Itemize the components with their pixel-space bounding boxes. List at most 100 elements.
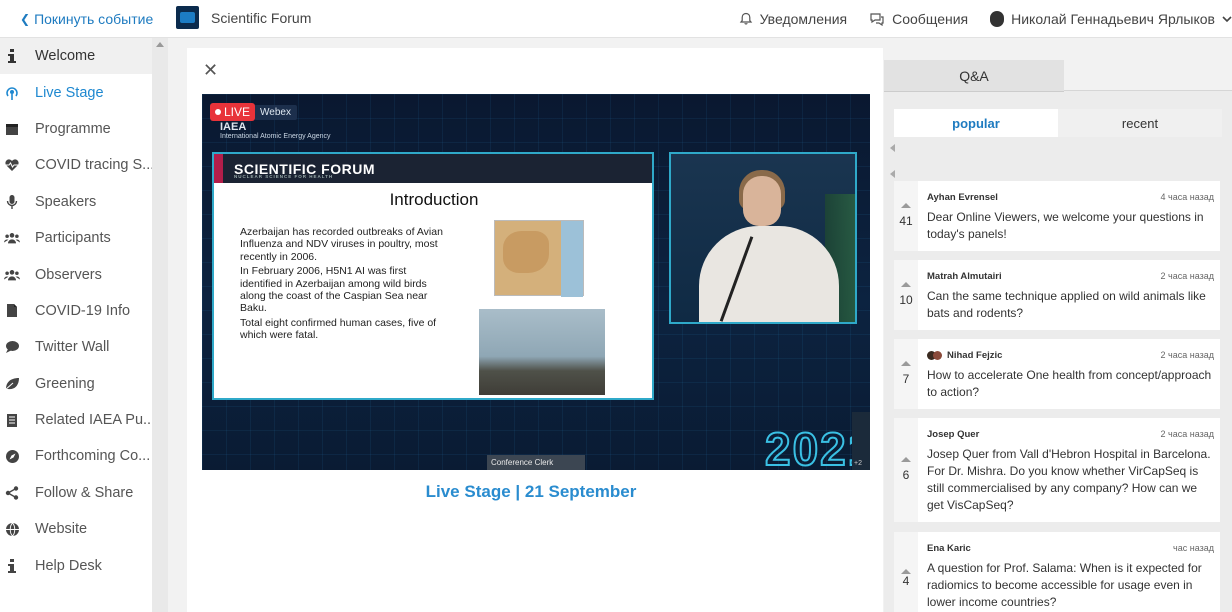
azerbaijan-map-image: [494, 220, 584, 297]
sidebar-item-twitter-wall[interactable]: Twitter Wall: [0, 329, 152, 365]
sidebar-scrollbar[interactable]: [152, 38, 168, 612]
sidebar-item-label: Speakers: [35, 193, 97, 210]
heartbeat-icon: [4, 157, 20, 173]
sidebar-item-observers[interactable]: Observers: [0, 256, 152, 292]
chevron-down-icon: [1222, 16, 1232, 23]
sidebar-item-website[interactable]: Website: [0, 511, 152, 547]
upvote-arrow-icon[interactable]: [901, 361, 911, 366]
sidebar-item-related-iaea-publications[interactable]: Related IAEA Pu...: [0, 402, 152, 438]
sidebar-item-label: Twitter Wall: [35, 339, 110, 356]
sidebar-item-follow-share[interactable]: Follow & Share: [0, 475, 152, 511]
speech-bubble-icon: [4, 339, 20, 355]
compass-icon: [4, 448, 20, 464]
bell-icon: [739, 12, 752, 25]
tab-qa[interactable]: Q&A: [884, 60, 1064, 92]
sidebar-item-live-stage[interactable]: Live Stage: [0, 74, 152, 110]
user-menu[interactable]: Николай Геннадьевич Ярлыков: [990, 11, 1232, 27]
leaf-icon: [4, 376, 20, 392]
upvote-arrow-icon[interactable]: [901, 203, 911, 208]
question-text: Can the same technique applied on wild a…: [927, 289, 1206, 320]
users-icon: [4, 267, 20, 283]
iaea-logo: IAEA International Atomic Energy Agency: [220, 121, 331, 140]
qa-sort-toggle: popular recent: [894, 109, 1222, 137]
avatar: [933, 350, 942, 360]
sidebar-item-help-desk[interactable]: Help Desk: [0, 547, 152, 583]
sidebar-item-label: Participants: [35, 230, 111, 247]
video-player[interactable]: Webex LIVE IAEA International Atomic Ene…: [202, 94, 870, 470]
question-time: 2 часа назад: [1160, 429, 1214, 439]
question-author: Ayhan Evrensel: [927, 192, 998, 203]
map-region-shape: [503, 231, 549, 273]
notifications-label: Уведомления: [759, 11, 848, 27]
question-author: Ena Karic: [927, 543, 971, 554]
question-card: 7 Nihad Fejzic 2 часа назад How to accel…: [894, 339, 1220, 409]
sidebar-item-covid-tracing[interactable]: COVID tracing S...: [0, 147, 152, 183]
globe-icon: [4, 521, 20, 537]
info-icon: [4, 558, 20, 574]
question-card: 4 Ena Karic час назад A question for Pro…: [894, 532, 1220, 612]
sidebar-item-welcome[interactable]: Welcome: [0, 38, 152, 75]
presentation-slide: SCIENTIFIC FORUM NUCLEAR SCIENCE FOR HEA…: [212, 152, 654, 400]
leave-event-link[interactable]: ❮ Покинуть событие: [20, 11, 153, 27]
sidebar-item-participants[interactable]: Participants: [0, 220, 152, 256]
sort-recent-button[interactable]: recent: [1058, 109, 1222, 137]
slide-paragraph: Total eight confirmed human cases, five …: [240, 316, 437, 342]
event-logo[interactable]: [176, 6, 199, 29]
qa-panel: Q&A popular recent 41 Ayhan Evrensel 4 ч…: [884, 60, 1232, 612]
question-card: 10 Matrah Almutairi 2 часа назад Can the…: [894, 260, 1220, 330]
sidebar-item-label: Live Stage: [35, 84, 104, 101]
sidebar-item-greening[interactable]: Greening: [0, 366, 152, 402]
webex-tag: Webex: [254, 105, 297, 120]
arrow-left-icon[interactable]: [890, 170, 895, 178]
leave-event-label: Покинуть событие: [34, 11, 154, 27]
stage-caption: Live Stage | 21 September: [425, 482, 637, 501]
slide-body: Azerbaijan has recorded outbreaks of Avi…: [240, 226, 450, 344]
question-author: Josep Quer: [927, 429, 980, 440]
slide-paragraph: In February 2006, H5N1 AI was first iden…: [240, 265, 428, 315]
top-bar-actions: Уведомления Сообщения Николай Геннадьеви…: [739, 0, 1232, 38]
question-text: How to accelerate One health from concep…: [927, 368, 1212, 399]
top-bar: ❮ Покинуть событие Scientific Forum Увед…: [0, 0, 1232, 38]
chat-icon: [870, 13, 884, 26]
sidebar-item-speakers[interactable]: Speakers: [0, 184, 152, 220]
live-badge: LIVE: [210, 103, 256, 121]
speaker-body-shape: [699, 226, 839, 322]
coast-photo-image: [479, 309, 605, 395]
avatar: [990, 11, 1005, 27]
question-text: Josep Quer from Vall d'Hebron Hospital i…: [927, 447, 1211, 512]
sort-popular-button[interactable]: popular: [894, 109, 1058, 137]
close-icon[interactable]: ✕: [203, 60, 218, 81]
info-icon: [4, 48, 20, 64]
arrow-left-icon[interactable]: [890, 144, 895, 152]
live-label: LIVE: [224, 105, 251, 119]
speaker-head-shape: [743, 176, 781, 226]
sidebar-item-label: Help Desk: [35, 557, 102, 574]
live-dot-icon: [215, 109, 221, 115]
user-name: Николай Геннадьевич Ярлыков: [1011, 11, 1215, 27]
sidebar-item-label: Related IAEA Pu...: [35, 412, 152, 429]
sidebar-item-label: Follow & Share: [35, 484, 134, 501]
iaea-label: IAEA: [220, 121, 247, 133]
tab-bar-spacer: [1064, 60, 1232, 91]
sidebar-item-forthcoming-conferences[interactable]: Forthcoming Co...: [0, 438, 152, 474]
scroll-up-arrow-icon[interactable]: [156, 42, 164, 47]
sidebar-item-programme[interactable]: Programme: [0, 111, 152, 147]
file-icon: [4, 303, 20, 319]
messages-button[interactable]: Сообщения: [869, 11, 968, 27]
vote-count: 7: [902, 372, 910, 386]
sidebar-item-label: Welcome: [35, 48, 96, 65]
upvote-arrow-icon[interactable]: [901, 282, 911, 287]
sidebar-item-label: Forthcoming Co...: [35, 448, 151, 465]
question-text: Dear Online Viewers, we welcome your que…: [927, 210, 1204, 241]
users-icon: [4, 230, 20, 246]
notifications-button[interactable]: Уведомления: [739, 11, 848, 27]
broadcast-icon: [4, 85, 20, 101]
question-time: 4 часа назад: [1160, 192, 1214, 202]
sidebar-item-covid-info[interactable]: COVID-19 Info: [0, 293, 152, 329]
question-time: час назад: [1173, 543, 1214, 553]
book-icon: [4, 412, 20, 428]
upvote-arrow-icon[interactable]: [901, 457, 911, 462]
speaker-name-tag: Conference Clerk: [487, 455, 585, 470]
more-participants-count[interactable]: +2: [854, 460, 862, 467]
sidebar-item-label: COVID-19 Info: [35, 302, 131, 319]
